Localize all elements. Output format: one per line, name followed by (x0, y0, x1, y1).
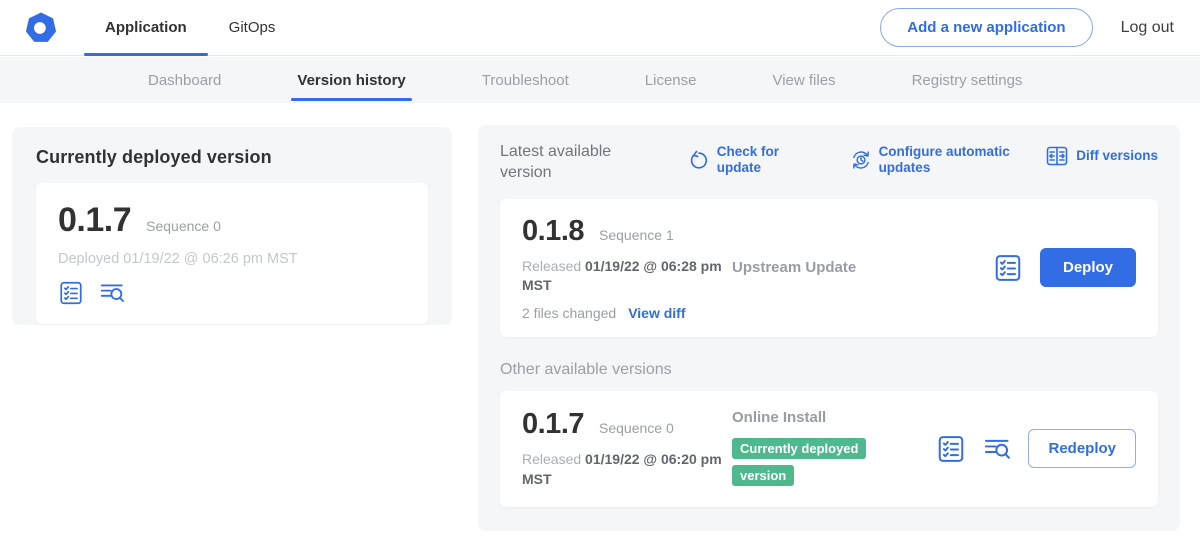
currently-deployed-card: Currently deployed version 0.1.7 Sequenc… (12, 127, 452, 325)
view-diff-link[interactable]: View diff (628, 305, 685, 321)
view-logs-icon[interactable] (99, 280, 125, 306)
tab-application[interactable]: Application (84, 0, 208, 55)
refresh-icon (688, 149, 710, 171)
currently-deployed-title: Currently deployed version (36, 147, 428, 168)
latest-version-source: Upstream Update (732, 259, 993, 276)
preflight-checks-icon[interactable] (936, 434, 966, 464)
latest-released-timestamp: Released 01/19/22 @ 06:28 pm MST (522, 257, 722, 296)
other-version-source: Online Install Currently deployed versio… (732, 409, 936, 489)
check-for-update-label: Check for update (717, 144, 816, 175)
other-version-number: 0.1.7 (522, 408, 584, 441)
kots-logo-icon[interactable] (24, 11, 58, 45)
other-version-card: 0.1.7 Sequence 0 Released 01/19/22 @ 06:… (500, 391, 1158, 507)
currently-deployed-badge: Currently deployed version (732, 438, 866, 486)
latest-sequence: Sequence 1 (599, 227, 674, 243)
other-released-timestamp: Released 01/19/22 @ 06:20 pm MST (522, 450, 722, 489)
diff-versions-button[interactable]: Diff versions (1045, 144, 1158, 168)
deployed-version-card: 0.1.7 Sequence 0 Deployed 01/19/22 @ 06:… (36, 183, 428, 324)
available-versions-panel: Latest available version Check for updat… (478, 125, 1180, 531)
other-available-versions-title: Other available versions (500, 361, 1158, 379)
top-header: Application GitOps Add a new application… (0, 0, 1200, 56)
subnav-item-view-files[interactable]: View files (766, 57, 841, 103)
subnav-item-license[interactable]: License (639, 57, 703, 103)
files-changed-count: 2 files changed (522, 305, 616, 321)
app-tabs: Application GitOps (84, 0, 296, 55)
schedule-icon (850, 149, 872, 171)
latest-version-number: 0.1.8 (522, 215, 584, 248)
latest-available-title: Latest available version (500, 142, 628, 184)
diff-versions-label: Diff versions (1076, 148, 1158, 164)
preflight-checks-icon[interactable] (58, 280, 84, 306)
subnav-item-version-history[interactable]: Version history (291, 57, 411, 103)
app-subnav: Dashboard Version history Troubleshoot L… (0, 57, 1200, 103)
deployed-version-number: 0.1.7 (58, 201, 131, 240)
logout-link[interactable]: Log out (1121, 19, 1174, 37)
subnav-item-registry-settings[interactable]: Registry settings (906, 57, 1029, 103)
deployed-timestamp: Deployed 01/19/22 @ 06:26 pm MST (58, 251, 406, 267)
check-for-update-button[interactable]: Check for update (688, 144, 816, 175)
tab-gitops-label: GitOps (229, 19, 276, 36)
view-logs-icon[interactable] (983, 435, 1011, 463)
redeploy-button[interactable]: Redeploy (1028, 429, 1136, 468)
tab-application-label: Application (105, 19, 187, 36)
preflight-checks-icon[interactable] (993, 253, 1023, 283)
deployed-sequence: Sequence 0 (146, 218, 221, 234)
latest-version-card: 0.1.8 Sequence 1 Released 01/19/22 @ 06:… (500, 199, 1158, 337)
subnav-item-troubleshoot[interactable]: Troubleshoot (476, 57, 575, 103)
other-sequence: Sequence 0 (599, 420, 674, 436)
configure-automatic-updates-label: Configure automatic updates (879, 144, 1046, 175)
tab-gitops[interactable]: GitOps (208, 0, 297, 55)
deploy-button[interactable]: Deploy (1040, 248, 1136, 287)
diff-icon (1045, 144, 1069, 168)
subnav-item-dashboard[interactable]: Dashboard (142, 57, 227, 103)
configure-automatic-updates-button[interactable]: Configure automatic updates (850, 144, 1046, 175)
add-application-button[interactable]: Add a new application (880, 8, 1092, 47)
